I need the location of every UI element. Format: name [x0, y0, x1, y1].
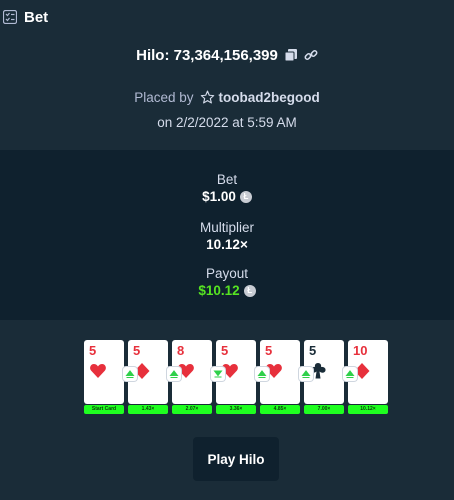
card-rank: 8 [177, 343, 185, 358]
page-header: Bet [0, 0, 454, 34]
multiplier-stat: Multiplier 10.12× [0, 220, 454, 254]
multiplier-label: Multiplier [199, 220, 254, 235]
bet-date: on 2/2/2022 at 5:59 AM [157, 115, 297, 130]
card-rank: 5 [309, 343, 317, 358]
card-rank: 5 [89, 343, 97, 358]
card-rank: 10 [353, 343, 368, 358]
higher-guess-icon [123, 367, 137, 381]
lower-guess-icon [211, 367, 225, 381]
payout-stat: Payout $10.12 Ł [0, 266, 454, 300]
card-multiplier-badge: 7.00× [304, 405, 344, 414]
bet-value-row: $1.00 Ł [0, 188, 454, 206]
higher-guess-icon [343, 367, 357, 381]
card-rank: 5 [221, 343, 229, 358]
payout-value: $10.12 [198, 283, 240, 298]
litecoin-icon: Ł [239, 191, 252, 203]
placed-by-line: Placed by toobad2begood [0, 87, 454, 107]
litecoin-icon: Ł [243, 285, 256, 297]
payout-value-row: $10.12 Ł [0, 282, 454, 300]
copy-icon[interactable] [284, 48, 298, 62]
card-multiplier-badge: Start Card [84, 405, 124, 414]
card-multiplier-badge: 3.36× [216, 405, 256, 414]
higher-guess-icon [299, 367, 313, 381]
username-link[interactable]: toobad2begood [219, 90, 320, 105]
card-multiplier-badge: 2.07× [172, 405, 212, 414]
star-icon [200, 90, 214, 103]
play-hilo-button[interactable]: Play Hilo [193, 437, 279, 481]
card-multiplier-badge: 1.43× [128, 405, 168, 414]
page-title: Bet [24, 8, 49, 26]
bet-value: $1.00 [202, 189, 236, 204]
multiplier-value: 10.12× [206, 237, 248, 252]
card-rank: 5 [133, 343, 141, 358]
playing-card: 5 [84, 340, 124, 404]
bet-stats-panel: Bet $1.00 Ł Multiplier 10.12× Payout $10… [0, 150, 454, 320]
card-multiplier-badge: 4.85× [260, 405, 300, 414]
game-id-line: Hilo: 73,364,156,399 [0, 44, 454, 66]
game-id: Hilo: 73,364,156,399 [136, 46, 278, 64]
bet-stat: Bet $1.00 Ł [0, 172, 454, 206]
ticket-list-icon [3, 10, 17, 24]
hearts-suit-icon [90, 364, 106, 378]
higher-guess-icon [167, 367, 181, 381]
bet-label: Bet [216, 172, 238, 187]
card-rank: 5 [265, 343, 273, 358]
higher-guess-icon [255, 367, 269, 381]
card-multiplier-badge: 10.12× [348, 405, 388, 414]
payout-label: Payout [205, 266, 249, 281]
placed-by-label: Placed by [134, 89, 194, 105]
link-icon[interactable] [304, 48, 318, 62]
